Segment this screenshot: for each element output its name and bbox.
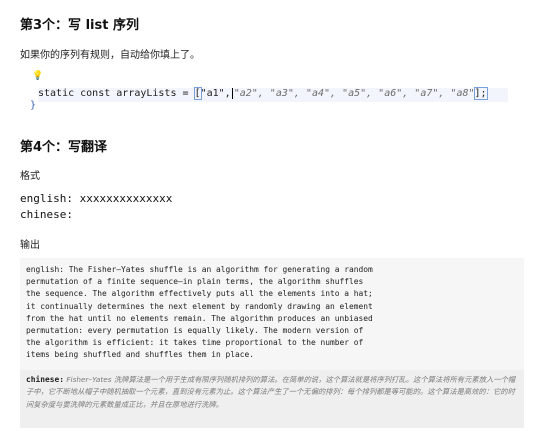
code-close: ]; <box>473 87 488 100</box>
code-block-list: 💡 static const arrayLists = ["a1", "a2", … <box>28 70 508 112</box>
code-prefix: static const arrayLists = <box>38 88 195 99</box>
english-output-block: english: The Fisher–Yates shuffle is an … <box>20 258 524 370</box>
code-suggested-items: "a2", "a3", "a4", "a5", "a6", "a7", "a8" <box>233 88 475 99</box>
code-brace: } <box>30 100 37 111</box>
english-output-text: english: The Fisher–Yates shuffle is an … <box>26 265 373 360</box>
code-first-item: "a1", <box>200 88 231 99</box>
format-line-chinese: chinese: <box>20 208 73 221</box>
chinese-output-text: Fisher–Yates 洗牌算法是一个用于生成有限序列随机排列的算法。在简单的… <box>26 375 516 409</box>
code-line-arraylists[interactable]: static const arrayLists = ["a1", "a2", "a… <box>38 87 508 102</box>
chinese-output: chinese: Fisher–Yates 洗牌算法是一个用于生成有限序列随机排… <box>26 374 518 411</box>
chinese-label: chinese: <box>26 375 65 384</box>
text-caret <box>231 88 233 99</box>
output-label: 输出 <box>20 240 40 251</box>
section3-title: 第3个：写 list 序列 <box>20 18 139 33</box>
section4-title: 第4个：写翻译 <box>20 140 108 155</box>
format-line-english: english: xxxxxxxxxxxxxx <box>20 192 173 205</box>
lightbulb-icon[interactable]: 💡 <box>32 71 43 81</box>
section3-desc: 如果你的序列有规则，自动给你填上了。 <box>20 50 200 61</box>
format-label: 格式 <box>20 171 40 182</box>
chinese-output-block: chinese: Fisher–Yates 洗牌算法是一个用于生成有限序列随机排… <box>20 370 524 428</box>
